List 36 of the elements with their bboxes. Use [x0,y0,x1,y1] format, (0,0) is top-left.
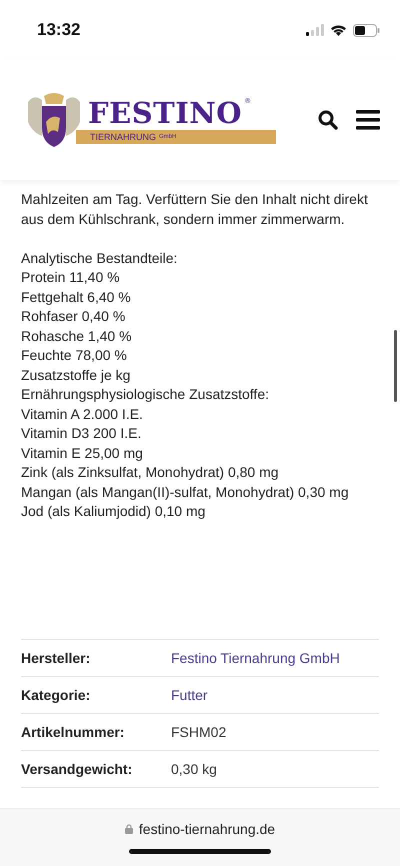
composition-line: Vitamin E 25,00 mg [21,444,144,463]
url-text[interactable]: festino-tiernahrung.de [138,821,276,837]
description-line: aus dem Kühlschrank, sondern immer zimmerwarm. [21,210,346,228]
composition-heading: Analytische Bestandteile: [21,248,178,268]
search-button[interactable] [318,110,338,130]
detail-value: FSHM02 [171,724,226,740]
detail-label: Kategorie: [21,686,92,702]
composition-line: Fettgehalt 6,40 % [21,288,132,307]
brand-name: FESTINO [88,96,242,130]
description-line: Mahlzeiten am Tag. Verfüttern Sie den Inhalt nicht direkt [21,190,369,209]
search-icon [318,110,338,130]
composition-line: Zusatzstoffe je kg [21,366,132,385]
detail-label: Versandgewicht: [21,760,134,776]
composition-line: Vitamin D3 200 I.E. [21,424,142,443]
signal-icon [306,24,324,36]
detail-label: Artikelnummer: [21,724,126,740]
detail-value: 0,30 kg [171,760,217,776]
composition-line: Protein 11,40 % [21,268,121,287]
battery-icon [353,24,380,36]
composition-line: Mangan (als Mangan(II)-sulfat, Monohydrat) 0,30 mg [21,482,350,502]
composition-line: Ernährungsphysiologische Zusatzstoffe: [21,385,270,404]
composition-line: Rohasche 1,40 % [21,326,133,346]
menu-icon [356,110,380,130]
detail-link[interactable]: Futter [171,686,208,702]
composition-line: Vitamin A 2.000 I.E. [21,404,144,424]
wifi-icon [330,24,347,36]
scrollbar [394,330,397,402]
lock-icon [124,824,133,834]
composition-line: Feuchte 78,00 % [21,346,128,365]
status-time: 13:32 [37,20,80,40]
menu-button[interactable] [356,110,380,130]
composition-line: Zink (als Zinksulfat, Monohydrat) 0,80 mg [21,463,280,482]
composition-line: Rohfaser 0,40 % [21,307,126,326]
detail-link[interactable]: Festino Tiernahrung GmbH [171,650,340,666]
detail-label: Hersteller: [21,650,92,666]
composition-line: Jod (als Kaliumjodid) 0,10 mg [21,502,206,521]
